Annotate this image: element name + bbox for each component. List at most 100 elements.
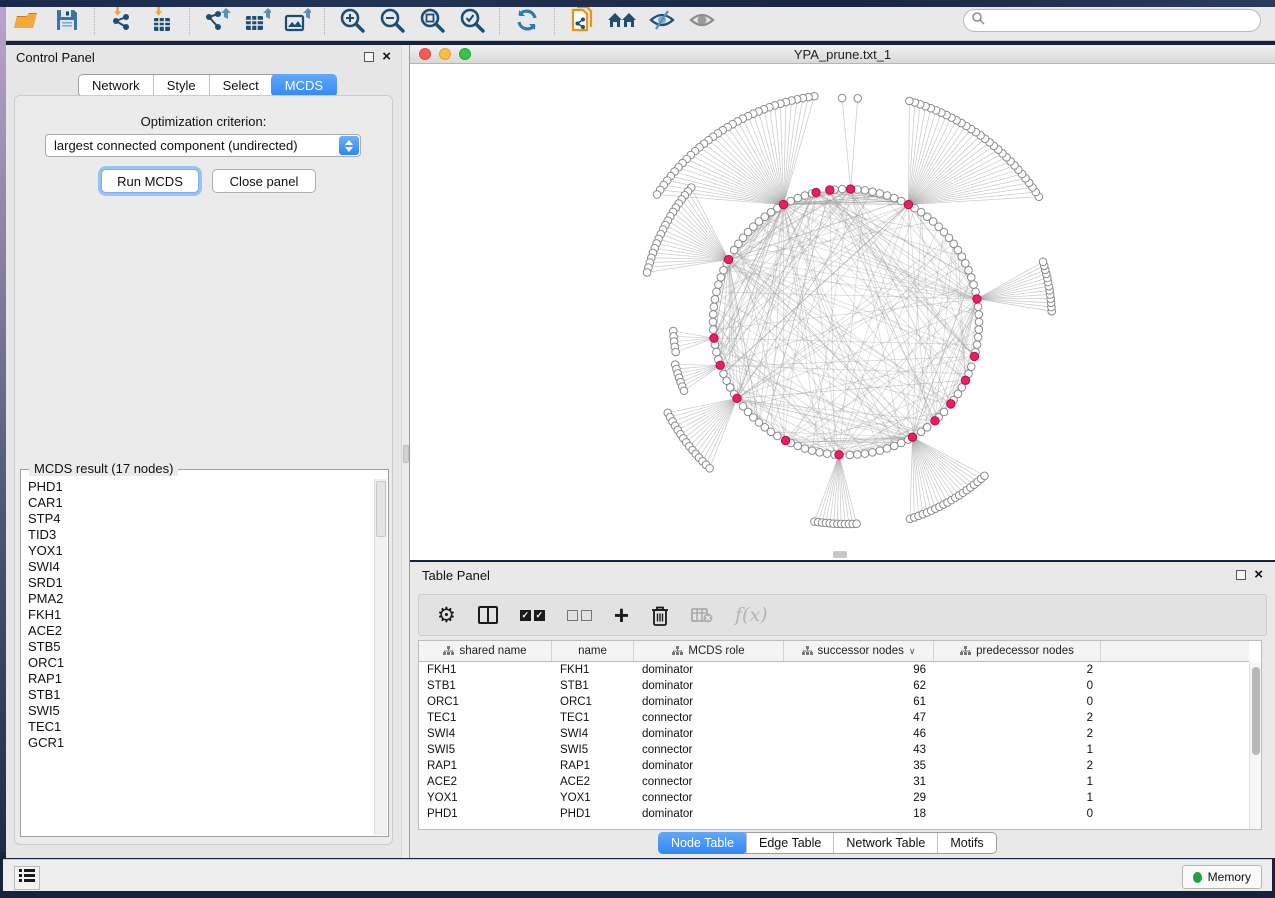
run-mcds-button[interactable]: Run MCDS [101, 169, 199, 193]
list-item[interactable]: PMA2 [28, 591, 374, 607]
memory-button[interactable]: Memory [1182, 865, 1262, 889]
list-item[interactable]: ACE2 [28, 623, 374, 639]
table-cell: SWI5 [419, 744, 552, 756]
list-item[interactable]: PHD1 [28, 479, 374, 495]
column-header-successor-nodes[interactable]: successor nodes ∨ [784, 641, 934, 661]
list-item[interactable]: ORC1 [28, 655, 374, 671]
deselect-all-columns-icon[interactable] [567, 610, 592, 621]
table-cell: TEC1 [552, 712, 634, 724]
splitter-grip[interactable] [403, 445, 409, 463]
tab-mcds[interactable]: MCDS [271, 74, 337, 97]
show-graphics-button[interactable] [687, 5, 717, 35]
list-item[interactable]: STB1 [28, 687, 374, 703]
save-session-button[interactable] [52, 5, 82, 35]
table-cell: TEC1 [419, 712, 552, 724]
list-item[interactable]: RAP1 [28, 671, 374, 687]
panel-splitter[interactable] [401, 45, 410, 858]
column-header-mcds-role[interactable]: MCDS role [634, 641, 784, 661]
table-row[interactable]: PHD1PHD1dominator180 [419, 806, 1249, 822]
column-header-name[interactable]: name [552, 641, 634, 661]
float-panel-icon[interactable] [364, 52, 374, 62]
list-item[interactable]: SRD1 [28, 575, 374, 591]
column-layout-icon[interactable] [478, 606, 498, 624]
table-row[interactable]: RAP1RAP1dominator352 [419, 758, 1249, 774]
table-row[interactable]: STB1STB1dominator620 [419, 678, 1249, 694]
list-item[interactable]: FKH1 [28, 607, 374, 623]
import-table-button[interactable] [147, 5, 177, 35]
list-item[interactable]: TID3 [28, 527, 374, 543]
table-cell: 2 [934, 728, 1101, 740]
table-body[interactable]: FKH1FKH1dominator962STB1STB1dominator620… [419, 662, 1249, 829]
table-row[interactable]: TEC1TEC1connector472 [419, 710, 1249, 726]
mcds-result-list[interactable]: PHD1CAR1STP4TID3YOX1SWI4SRD1PMA2FKH1ACE2… [22, 479, 374, 835]
hide-graphics-button[interactable] [647, 5, 677, 35]
table-row[interactable]: ORC1ORC1dominator610 [419, 694, 1249, 710]
network-graph[interactable] [410, 64, 1275, 560]
home-pages-button[interactable] [607, 5, 637, 35]
tab-network[interactable]: Network [79, 75, 153, 96]
table-scrollbar[interactable] [1249, 662, 1261, 829]
refresh-layout-button[interactable] [512, 5, 542, 35]
node-table: shared name name MCDS role successor nod… [418, 640, 1262, 830]
table-row[interactable]: SWI5SWI5connector431 [419, 742, 1249, 758]
list-item[interactable]: STB5 [28, 639, 374, 655]
table-row[interactable]: ACE2ACE2connector311 [419, 774, 1249, 790]
select-all-columns-icon[interactable]: ✓ ✓ [520, 610, 545, 621]
table-row[interactable]: YOX1YOX1connector291 [419, 790, 1249, 806]
table-cell: 35 [784, 760, 934, 772]
mcds-result-box: MCDS result (17 nodes) PHD1CAR1STP4TID3Y… [20, 469, 389, 837]
close-panel-icon[interactable]: × [382, 52, 391, 62]
mcds-result-title: MCDS result (17 nodes) [29, 461, 178, 476]
export-network-button[interactable] [202, 5, 232, 35]
list-item[interactable]: STP4 [28, 511, 374, 527]
zoom-selected-button[interactable] [457, 5, 487, 35]
tab-motifs[interactable]: Motifs [937, 833, 995, 853]
list-item[interactable]: SWI4 [28, 559, 374, 575]
column-header-predecessor-nodes[interactable]: predecessor nodes [934, 641, 1101, 661]
tab-node-table[interactable]: Node Table [658, 832, 747, 854]
import-network-button[interactable] [107, 5, 137, 35]
table-row[interactable]: SWI4SWI4dominator462 [419, 726, 1249, 742]
canvas-hscroll-thumb[interactable] [833, 551, 847, 558]
tab-edge-table[interactable]: Edge Table [746, 833, 833, 853]
export-image-button[interactable] [282, 5, 312, 35]
zoom-fit-button[interactable] [417, 5, 447, 35]
mcds-list-scrollbar[interactable] [374, 479, 387, 835]
close-table-panel-icon[interactable]: × [1254, 570, 1263, 580]
optimization-criterion-select[interactable]: largest connected component (undirected) [45, 134, 361, 157]
table-cell: 0 [934, 808, 1101, 820]
tab-style[interactable]: Style [153, 75, 209, 96]
delete-column-icon[interactable] [651, 605, 669, 626]
tab-select[interactable]: Select [209, 75, 272, 96]
clone-network-button[interactable] [567, 5, 597, 35]
network-canvas[interactable] [410, 64, 1275, 560]
list-item[interactable]: GCR1 [28, 735, 374, 751]
task-history-button[interactable] [14, 866, 40, 890]
scrollbar-thumb[interactable] [376, 481, 386, 537]
table-cell: SWI5 [552, 744, 634, 756]
close-panel-button[interactable]: Close panel [212, 169, 316, 193]
table-cell: STB1 [419, 680, 552, 692]
tab-network-table[interactable]: Network Table [833, 833, 937, 853]
table-cell: SWI4 [552, 728, 634, 740]
open-file-button[interactable] [12, 5, 42, 35]
float-table-panel-icon[interactable] [1236, 570, 1246, 580]
export-table-button[interactable] [242, 5, 272, 35]
list-item[interactable]: SWI5 [28, 703, 374, 719]
table-settings-icon[interactable]: ⚙ [437, 605, 456, 626]
search-box[interactable] [963, 9, 1261, 32]
select-stepper-icon[interactable] [339, 136, 359, 155]
zoom-out-button[interactable] [377, 5, 407, 35]
list-item[interactable]: TEC1 [28, 719, 374, 735]
network-window-titlebar[interactable]: YPA_prune.txt_1 [410, 45, 1275, 64]
zoom-in-button[interactable] [337, 5, 367, 35]
add-column-icon[interactable]: + [614, 605, 629, 625]
table-cell: SWI4 [419, 728, 552, 740]
list-item[interactable]: CAR1 [28, 495, 374, 511]
table-cell: 0 [934, 680, 1101, 692]
list-item[interactable]: YOX1 [28, 543, 374, 559]
scrollbar-thumb[interactable] [1252, 667, 1260, 755]
search-input[interactable] [985, 10, 1260, 31]
table-row[interactable]: FKH1FKH1dominator962 [419, 662, 1249, 678]
column-header-shared-name[interactable]: shared name [419, 641, 552, 661]
